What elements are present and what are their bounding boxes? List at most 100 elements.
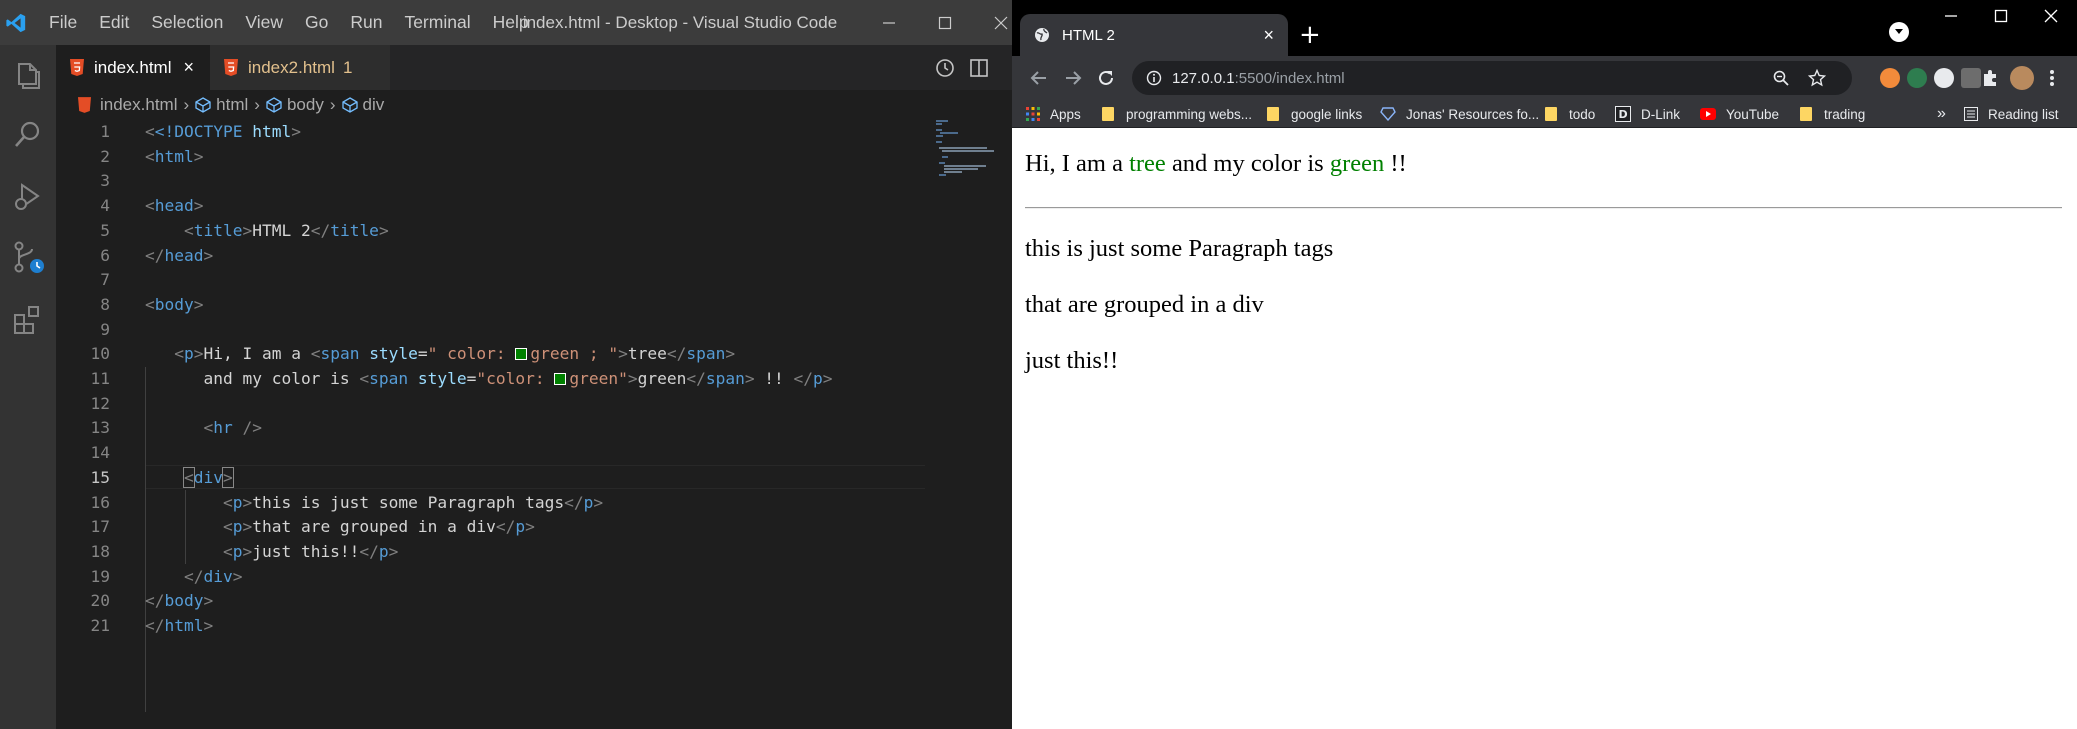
extensions-icon[interactable] bbox=[10, 302, 46, 338]
minimize-button[interactable] bbox=[866, 0, 912, 45]
line-number: 15 bbox=[90, 467, 111, 487]
bookmark-dlink[interactable]: D D-Link bbox=[1615, 100, 1680, 128]
extension-icon[interactable] bbox=[1907, 68, 1927, 88]
breadcrumb-body[interactable]: body bbox=[266, 95, 324, 115]
extension-icon[interactable] bbox=[1961, 68, 1981, 88]
react-devtools-icon[interactable] bbox=[1934, 68, 1954, 88]
menu-selection[interactable]: Selection bbox=[140, 12, 234, 33]
bookmark-folder[interactable]: google links bbox=[1267, 100, 1362, 128]
avatar[interactable] bbox=[2010, 66, 2034, 90]
bookmark-apps[interactable]: Apps bbox=[1026, 100, 1081, 128]
youtube-icon bbox=[1700, 108, 1716, 120]
close-window-button[interactable] bbox=[2044, 8, 2058, 27]
back-button[interactable] bbox=[1027, 66, 1051, 90]
zoom-icon[interactable] bbox=[1772, 69, 1790, 87]
more-bookmarks-button[interactable]: » bbox=[1937, 100, 1946, 128]
extension-icon[interactable] bbox=[1880, 68, 1900, 88]
star-icon[interactable] bbox=[1808, 69, 1826, 87]
tab-index2-html[interactable]: index2.html 1 bbox=[210, 45, 390, 90]
code-line: 4 <head> bbox=[56, 194, 926, 219]
forward-button[interactable] bbox=[1061, 66, 1085, 90]
run-debug-icon[interactable] bbox=[10, 178, 46, 214]
code-token: p bbox=[184, 344, 194, 364]
menu-dots-icon[interactable] bbox=[2048, 68, 2056, 88]
history-icon[interactable] bbox=[934, 57, 956, 79]
breadcrumb-label: body bbox=[286, 95, 324, 114]
bookmark-folder[interactable]: todo bbox=[1545, 100, 1595, 128]
code-token: style bbox=[417, 369, 467, 388]
maximize-button[interactable] bbox=[1994, 8, 2008, 27]
close-icon bbox=[994, 16, 1008, 29]
color-swatch-icon[interactable] bbox=[554, 373, 567, 385]
menu-terminal[interactable]: Terminal bbox=[393, 12, 481, 33]
folder-icon bbox=[1267, 107, 1279, 121]
bookmark-folder[interactable]: programming webs... bbox=[1102, 100, 1252, 128]
code-line: 19 </div> bbox=[56, 565, 926, 590]
code-token: body bbox=[154, 294, 194, 314]
info-icon[interactable] bbox=[1146, 70, 1162, 86]
source-control-icon[interactable] bbox=[10, 239, 46, 275]
code-token: "color: bbox=[476, 369, 555, 388]
code-line: 21 </html> bbox=[56, 614, 926, 639]
code-token: span bbox=[705, 369, 745, 388]
minimize-button[interactable] bbox=[1944, 8, 1958, 27]
bookmark-label: todo bbox=[1569, 106, 1596, 122]
maximize-button[interactable] bbox=[922, 0, 968, 45]
code-line: 10 <p>Hi, I am a <span style=" color: gr… bbox=[56, 342, 926, 367]
breadcrumb-file[interactable]: index.html bbox=[78, 95, 177, 115]
breadcrumb-label: html bbox=[216, 95, 249, 114]
tab-search-button[interactable] bbox=[1889, 22, 1909, 42]
tab-close-button[interactable]: × bbox=[183, 57, 194, 78]
svg-text:D: D bbox=[1619, 108, 1628, 121]
extensions-puzzle-icon[interactable] bbox=[1980, 68, 2000, 88]
menu-edit[interactable]: Edit bbox=[88, 12, 140, 33]
code-token: p bbox=[232, 541, 243, 561]
menu-run[interactable]: Run bbox=[339, 12, 393, 33]
editor-actions bbox=[934, 45, 990, 90]
minimap[interactable] bbox=[926, 120, 1012, 729]
new-tab-button[interactable]: + bbox=[1299, 20, 1321, 50]
breadcrumb-label: index.html bbox=[100, 95, 178, 114]
code-token: span bbox=[320, 344, 360, 364]
tab-label: index2.html bbox=[248, 57, 335, 77]
bookmark-folder[interactable]: trading bbox=[1800, 100, 1865, 128]
address-bar[interactable]: 127.0.0.1:5500/index.html bbox=[1132, 61, 1852, 95]
bookmark-youtube[interactable]: YouTube bbox=[1700, 100, 1779, 128]
tab-close-button[interactable]: × bbox=[1263, 25, 1274, 46]
breadcrumb-div[interactable]: div bbox=[341, 95, 384, 115]
bookmark-jonas[interactable]: Jonas' Resources fo... bbox=[1380, 100, 1539, 128]
bookmark-label: programming webs... bbox=[1126, 106, 1253, 122]
code-token: head bbox=[154, 196, 194, 216]
code-line: 3 bbox=[56, 169, 926, 194]
split-editor-icon[interactable] bbox=[968, 57, 990, 79]
line-number: 8 bbox=[100, 294, 110, 314]
page-paragraph: this is just some Paragraph tags bbox=[1025, 235, 1334, 262]
menu-go[interactable]: Go bbox=[294, 12, 339, 33]
code-token: > bbox=[291, 122, 301, 141]
chrome-toolbar: 127.0.0.1:5500/index.html bbox=[1012, 56, 2077, 100]
green-span: tree bbox=[1129, 150, 1166, 177]
code-token: head bbox=[164, 245, 204, 265]
menu-view[interactable]: View bbox=[234, 12, 294, 33]
search-icon[interactable] bbox=[10, 117, 46, 153]
breadcrumb-html[interactable]: html bbox=[195, 95, 248, 115]
chrome-window: HTML 2 × + 127.0.0.1:5500/index.html Ap… bbox=[1012, 0, 2077, 729]
code-token: !! bbox=[754, 369, 794, 388]
menu-file[interactable]: File bbox=[38, 12, 88, 33]
reload-button[interactable] bbox=[1094, 66, 1118, 90]
color-swatch-icon[interactable] bbox=[515, 348, 528, 361]
tab-index-html[interactable]: index.html × bbox=[56, 45, 210, 90]
code-token: html bbox=[252, 122, 292, 141]
code-line: 13 <hr /> bbox=[56, 416, 926, 441]
reading-list-button[interactable]: Reading list bbox=[1964, 100, 2059, 128]
code-token: green ; " bbox=[530, 344, 619, 364]
line-number: 18 bbox=[90, 541, 111, 561]
explorer-icon[interactable] bbox=[10, 58, 46, 94]
code-editor[interactable]: 1 <<!DOCTYPE html> 2 <html> 3 4 <head> 5 <t… bbox=[56, 120, 926, 729]
code-line: 11 and my color is <span style="color: g… bbox=[56, 367, 926, 392]
html5-icon bbox=[78, 97, 91, 113]
line-number: 1 bbox=[100, 122, 110, 141]
minimize-icon bbox=[883, 21, 895, 24]
browser-tab[interactable]: HTML 2 × bbox=[1020, 14, 1288, 56]
bookmark-label: Jonas' Resources fo... bbox=[1406, 106, 1540, 122]
